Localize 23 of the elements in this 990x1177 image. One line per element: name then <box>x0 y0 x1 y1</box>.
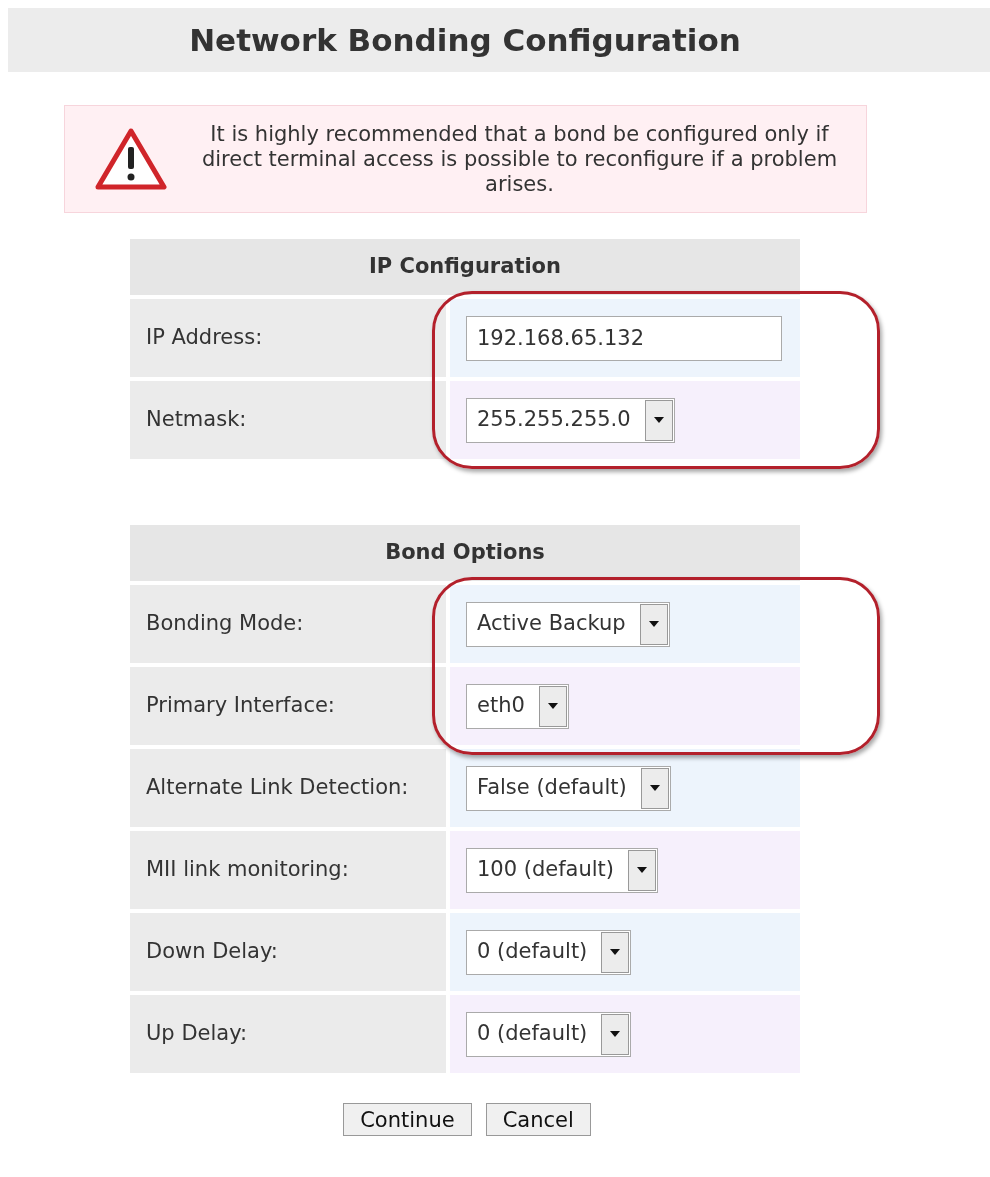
page-title: Network Bonding Configuration <box>189 20 741 60</box>
dropdown[interactable]: 100 (default) <box>466 847 659 893</box>
field-label: Netmask: <box>130 381 446 459</box>
dropdown[interactable]: 255.255.255.0 <box>466 397 675 443</box>
field-label: Primary Interface: <box>130 667 446 745</box>
input-field[interactable]: 192.168.65.132 <box>466 315 782 361</box>
warning-icon <box>94 127 167 191</box>
form-button[interactable]: Continue <box>343 1103 472 1136</box>
section-heading: Bond Options <box>130 525 800 581</box>
field-label: IP Address: <box>130 299 446 377</box>
field-label: Down Delay: <box>130 913 446 991</box>
field-label: Bonding Mode: <box>130 585 446 663</box>
dropdown[interactable]: Active Backup <box>466 601 670 647</box>
warning-message: It is highly recommended that a bond be configured only if direct terminal access is possible to reconfigure if a problem arises. <box>200 121 839 197</box>
dropdown[interactable]: False (default) <box>466 765 671 811</box>
section-heading: IP Configuration <box>130 239 800 295</box>
dropdown[interactable]: eth0 <box>466 683 569 729</box>
field-label: Alternate Link Detection: <box>130 749 446 827</box>
field-label: MII link monitoring: <box>130 831 446 909</box>
dropdown[interactable]: 0 (default) <box>466 1011 632 1057</box>
field-label: Up Delay: <box>130 995 446 1073</box>
form-button[interactable]: Cancel <box>485 1103 591 1136</box>
dropdown[interactable]: 0 (default) <box>466 929 632 975</box>
